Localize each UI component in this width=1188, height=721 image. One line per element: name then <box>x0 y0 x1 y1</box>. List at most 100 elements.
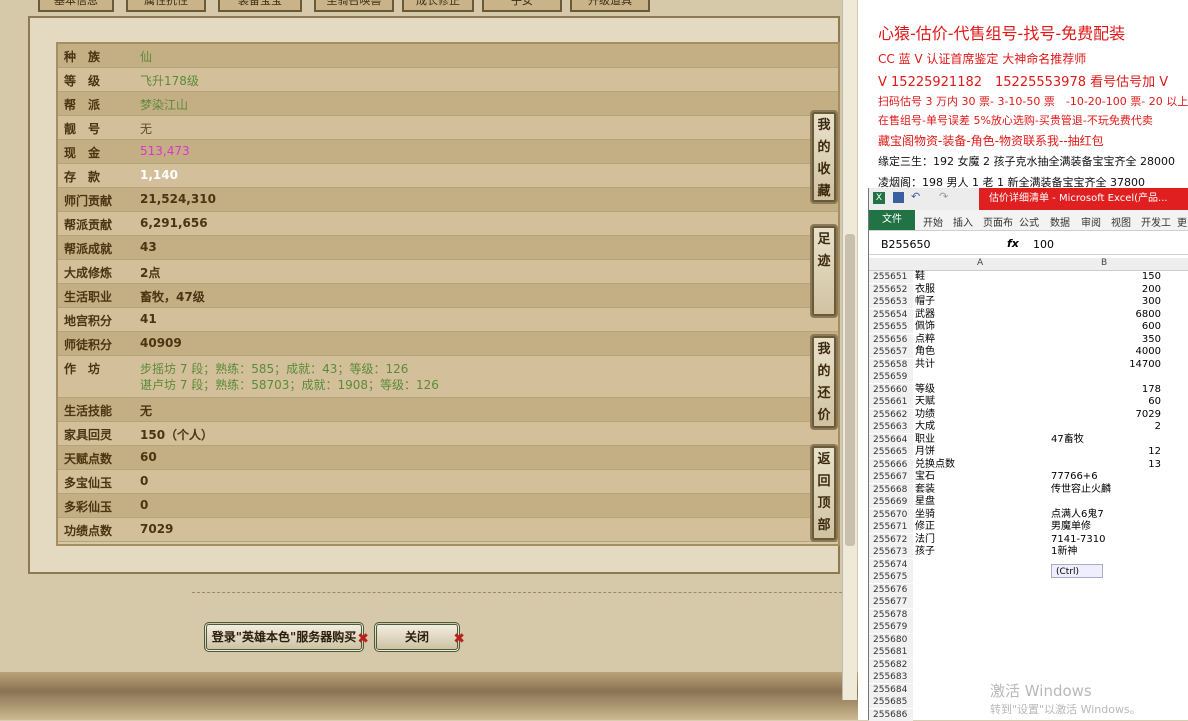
row-number[interactable]: 255683 <box>869 671 913 683</box>
ribbon-formulas-tab[interactable]: 公式 <box>1019 214 1039 229</box>
cell-a[interactable]: 衣服 <box>915 284 1049 296</box>
cell-a[interactable]: 套装 <box>915 484 1049 496</box>
cell-b[interactable]: 300 <box>1051 296 1161 308</box>
cell-a[interactable]: 帽子 <box>915 296 1049 308</box>
row-number[interactable]: 255665 <box>869 446 913 458</box>
cell-a[interactable]: 角色 <box>915 346 1049 358</box>
row-number[interactable]: 255666 <box>869 458 913 471</box>
footprint-button[interactable]: 足迹 <box>810 224 838 318</box>
cell-b[interactable]: 77766+6 <box>1051 471 1161 483</box>
my-counteroffer-button[interactable]: 我的还价 <box>810 334 838 430</box>
ribbon-file-tab[interactable]: 文件 <box>869 210 915 230</box>
cell-a[interactable]: 大成 <box>915 421 1049 433</box>
cell-a[interactable]: 法门 <box>915 534 1049 546</box>
cell-a[interactable]: 点粹 <box>915 334 1049 346</box>
row-number[interactable]: 255659 <box>869 371 913 383</box>
cell-b[interactable]: 7141-7310 <box>1051 534 1161 546</box>
cell-b[interactable]: 178 <box>1051 384 1161 396</box>
column-b-header[interactable]: B <box>1101 258 1107 268</box>
cell-b[interactable]: 2 <box>1051 421 1161 433</box>
row-number[interactable]: 255671 <box>869 521 913 533</box>
row-number[interactable]: 255673 <box>869 546 913 558</box>
cell-b[interactable]: 150 <box>1051 271 1161 283</box>
cell-a[interactable]: 宝石 <box>915 471 1049 483</box>
row-number[interactable]: 255685 <box>869 696 913 708</box>
cell-a[interactable]: 鞋 <box>915 271 1049 283</box>
cell-a[interactable]: 功绩 <box>915 409 1049 421</box>
tab-1[interactable]: 基本信息 <box>38 0 114 12</box>
undo-icon[interactable]: ↶ <box>911 190 920 203</box>
paste-options-tag[interactable]: (Ctrl) <box>1051 564 1103 578</box>
row-number[interactable]: 255651 <box>869 271 913 283</box>
my-favorites-button[interactable]: 我的收藏 <box>810 110 838 204</box>
row-number[interactable]: 255674 <box>869 558 913 571</box>
row-number[interactable]: 255658 <box>869 358 913 371</box>
redo-icon[interactable]: ↷ <box>939 190 948 203</box>
row-number[interactable]: 255672 <box>869 533 913 546</box>
row-number[interactable]: 255670 <box>869 508 913 521</box>
cell-b[interactable]: 传世容止火麟 <box>1051 484 1161 496</box>
cell-b[interactable]: 13 <box>1051 459 1161 471</box>
ribbon-insert-tab[interactable]: 插入 <box>953 214 973 229</box>
cell-a[interactable]: 佩饰 <box>915 321 1049 333</box>
cell-b[interactable]: 12 <box>1051 446 1161 458</box>
close-button[interactable]: 关闭 ✖ <box>374 622 465 652</box>
row-number[interactable]: 255667 <box>869 471 913 483</box>
login-server-buy-button[interactable]: 登录"英雄本色"服务器购买 ✖ <box>204 622 369 652</box>
cell-a[interactable]: 孩子 <box>915 546 1049 558</box>
ribbon-home-tab[interactable]: 开始 <box>923 214 943 229</box>
tab-3[interactable]: 装备宝宝 <box>218 0 302 12</box>
row-number[interactable]: 255655 <box>869 321 913 333</box>
row-number[interactable]: 255675 <box>869 571 913 583</box>
back-to-top-button[interactable]: 返回顶部 <box>810 444 838 542</box>
tab-7[interactable]: 升级道具 <box>570 0 650 12</box>
formula-input[interactable]: 100 <box>1033 238 1054 251</box>
cell-b[interactable]: 200 <box>1051 284 1161 296</box>
ribbon-data-tab[interactable]: 数据 <box>1050 214 1070 229</box>
row-number[interactable]: 255654 <box>869 308 913 321</box>
scrollbar-thumb[interactable] <box>845 234 855 546</box>
row-number[interactable]: 255663 <box>869 421 913 433</box>
cell-b[interactable]: 7029 <box>1051 409 1161 421</box>
tab-2[interactable]: 属性抗性 <box>126 0 206 12</box>
cell-b[interactable]: 1新神 <box>1051 546 1161 558</box>
row-number[interactable]: 255679 <box>869 621 913 633</box>
cell-a[interactable]: 修正 <box>915 521 1049 533</box>
cell-a[interactable]: 星盘 <box>915 496 1049 508</box>
row-number[interactable]: 255662 <box>869 408 913 421</box>
row-number[interactable]: 255684 <box>869 683 913 696</box>
ribbon-page-layout-tab[interactable]: 页面布 <box>983 214 1013 229</box>
cell-a[interactable]: 共计 <box>915 359 1049 371</box>
cell-a[interactable]: 月饼 <box>915 446 1049 458</box>
fx-icon[interactable]: fx <box>1007 237 1019 250</box>
row-number[interactable]: 255660 <box>869 383 913 396</box>
name-box[interactable]: B255650 <box>881 238 957 251</box>
row-number[interactable]: 255657 <box>869 346 913 358</box>
page-scrollbar[interactable] <box>842 0 857 700</box>
row-number[interactable]: 255680 <box>869 633 913 646</box>
row-number[interactable]: 255678 <box>869 608 913 621</box>
column-a-header[interactable]: A <box>977 258 983 268</box>
ribbon-developer-tab[interactable]: 开发工 <box>1141 214 1171 229</box>
cell-a[interactable]: 坐骑 <box>915 509 1049 521</box>
cell-a[interactable]: 武器 <box>915 309 1049 321</box>
cell-a[interactable]: 职业 <box>915 434 1049 446</box>
row-number[interactable]: 255653 <box>869 296 913 308</box>
tab-4[interactable]: 坐骑召唤兽 <box>314 0 394 12</box>
row-number[interactable]: 255669 <box>869 496 913 508</box>
row-number[interactable]: 255656 <box>869 333 913 346</box>
cell-b[interactable]: 600 <box>1051 321 1161 333</box>
row-number[interactable]: 255664 <box>869 433 913 446</box>
cell-a[interactable]: 兑换点数 <box>915 459 1049 471</box>
ribbon-review-tab[interactable]: 审阅 <box>1081 214 1101 229</box>
row-number[interactable]: 255681 <box>869 646 913 658</box>
row-number[interactable]: 255676 <box>869 583 913 596</box>
row-number[interactable]: 255668 <box>869 483 913 496</box>
cell-b[interactable]: 6800 <box>1051 309 1161 321</box>
cell-b[interactable]: 47畜牧 <box>1051 434 1161 446</box>
tab-6[interactable]: 子女 <box>482 0 562 12</box>
ribbon-view-tab[interactable]: 视图 <box>1111 214 1131 229</box>
cell-b[interactable]: 14700 <box>1051 359 1161 371</box>
row-number[interactable]: 255677 <box>869 596 913 608</box>
cell-b[interactable]: 点满人6鬼7 <box>1051 509 1161 521</box>
